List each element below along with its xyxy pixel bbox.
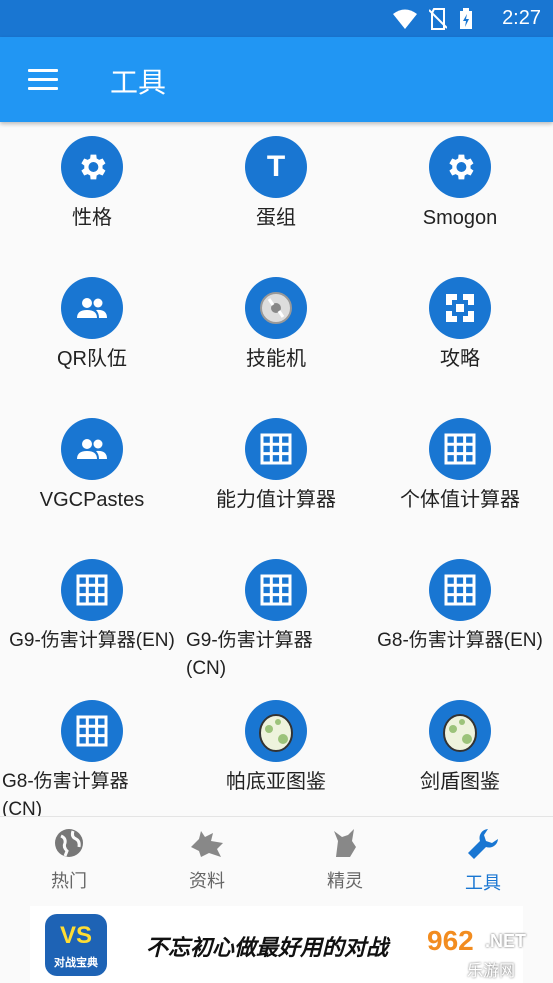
- egg-icon: [429, 700, 491, 762]
- tool-label: QR队伍: [57, 348, 127, 370]
- watermark-number: 962: [427, 925, 474, 956]
- ad-text: 不忘初心做最好用的对战: [146, 935, 389, 960]
- nav-label: 资料: [189, 871, 225, 891]
- tool-label: 技能机: [246, 348, 306, 370]
- tool-grid: 性格 T 蛋组 Smogon QR队伍 技能机 攻略 VGCPastes 能力值…: [0, 122, 553, 816]
- tool-item-g9-damage-cn[interactable]: G9-伤害计算器(CN): [184, 559, 368, 683]
- tool-item-iv-calc[interactable]: 个体值计算器: [368, 418, 552, 514]
- grid-icon: [61, 700, 123, 762]
- pokemon-silhouette-icon: [334, 829, 356, 857]
- nav-tab-hot[interactable]: 热门: [0, 827, 138, 893]
- people-icon: [61, 418, 123, 480]
- tool-item-danzu[interactable]: T 蛋组: [184, 136, 368, 232]
- tool-item-guide[interactable]: 攻略: [368, 277, 552, 373]
- status-icons: [393, 8, 473, 30]
- nav-tab-pokemon[interactable]: 精灵: [276, 827, 414, 893]
- watermark-domain: .NET: [485, 931, 527, 951]
- grid-icon: [429, 418, 491, 480]
- bottom-navigation: 热门 资料 精灵 工具: [0, 816, 553, 907]
- tool-item-swsh-dex[interactable]: 剑盾图鉴: [368, 700, 552, 796]
- t-letter-icon: T: [245, 136, 307, 198]
- disc-icon: [245, 277, 307, 339]
- nav-label: 工具: [465, 873, 501, 893]
- tool-label: 蛋组: [256, 207, 296, 229]
- tool-label: 个体值计算器: [400, 489, 520, 511]
- tool-label: 能力值计算器: [216, 489, 336, 511]
- tool-label: 攻略: [440, 348, 480, 370]
- hamburger-menu-icon[interactable]: [28, 69, 58, 91]
- tool-label: G9-伤害计算器(CN): [186, 630, 313, 679]
- tool-label: 剑盾图鉴: [420, 771, 500, 793]
- puzzle-icon: [429, 277, 491, 339]
- watermark-site: 乐游网: [467, 963, 516, 980]
- wifi-icon: [393, 9, 417, 29]
- tool-item-paldea-dex[interactable]: 帕底亚图鉴: [184, 700, 368, 796]
- tool-item-g8-damage-cn[interactable]: G8-伤害计算器(CN): [0, 700, 184, 816]
- no-sim-icon: [429, 8, 447, 30]
- tool-item-stat-calc[interactable]: 能力值计算器: [184, 418, 368, 514]
- tool-item-g8-damage-en[interactable]: G8-伤害计算器(EN): [368, 559, 552, 655]
- tool-label: 帕底亚图鉴: [226, 771, 326, 793]
- tool-item-xingge[interactable]: 性格: [0, 136, 184, 232]
- egg-icon: [245, 700, 307, 762]
- nav-label: 热门: [51, 871, 87, 891]
- nav-label: 精灵: [327, 871, 363, 891]
- tool-label: Smogon: [422, 207, 498, 229]
- app-logo: VS 对战宝典: [45, 914, 107, 976]
- grid-icon: [429, 559, 491, 621]
- logo-subtext: 对战宝典: [54, 957, 98, 969]
- tool-label: G8-伤害计算器(CN): [2, 771, 129, 816]
- grid-icon: [245, 418, 307, 480]
- tool-item-vgcpastes[interactable]: VGCPastes: [0, 418, 184, 514]
- gear-icon: [61, 136, 123, 198]
- globe-icon: [55, 829, 83, 857]
- nav-tab-tools[interactable]: 工具: [414, 827, 552, 895]
- tool-item-qr-team[interactable]: QR队伍: [0, 277, 184, 373]
- tool-label: G9-伤害计算器(EN): [9, 630, 175, 651]
- page-title: 工具: [110, 67, 167, 98]
- tool-label: VGCPastes: [39, 489, 145, 511]
- status-bar: 2:27: [0, 0, 553, 37]
- watermark-logo: 962 .NET 乐游网: [407, 925, 547, 981]
- grid-icon: [61, 559, 123, 621]
- tool-label: G8-伤害计算器(EN): [377, 630, 543, 651]
- pokemon-silhouette-icon: [191, 831, 223, 857]
- tool-label: 性格: [72, 207, 112, 229]
- nav-tab-data[interactable]: 资料: [138, 827, 276, 893]
- app-bar: 工具: [0, 37, 553, 122]
- tool-item-tm[interactable]: 技能机: [184, 277, 368, 373]
- tool-item-g9-damage-en[interactable]: G9-伤害计算器(EN): [0, 559, 184, 655]
- grid-icon: [245, 559, 307, 621]
- battery-charging-icon: [460, 8, 472, 29]
- logo-text: VS: [59, 922, 92, 949]
- tool-item-smogon[interactable]: Smogon: [368, 136, 552, 232]
- status-time: 2:27: [502, 7, 541, 29]
- wrench-icon: [468, 829, 498, 859]
- gear-icon: [429, 136, 491, 198]
- people-icon: [61, 277, 123, 339]
